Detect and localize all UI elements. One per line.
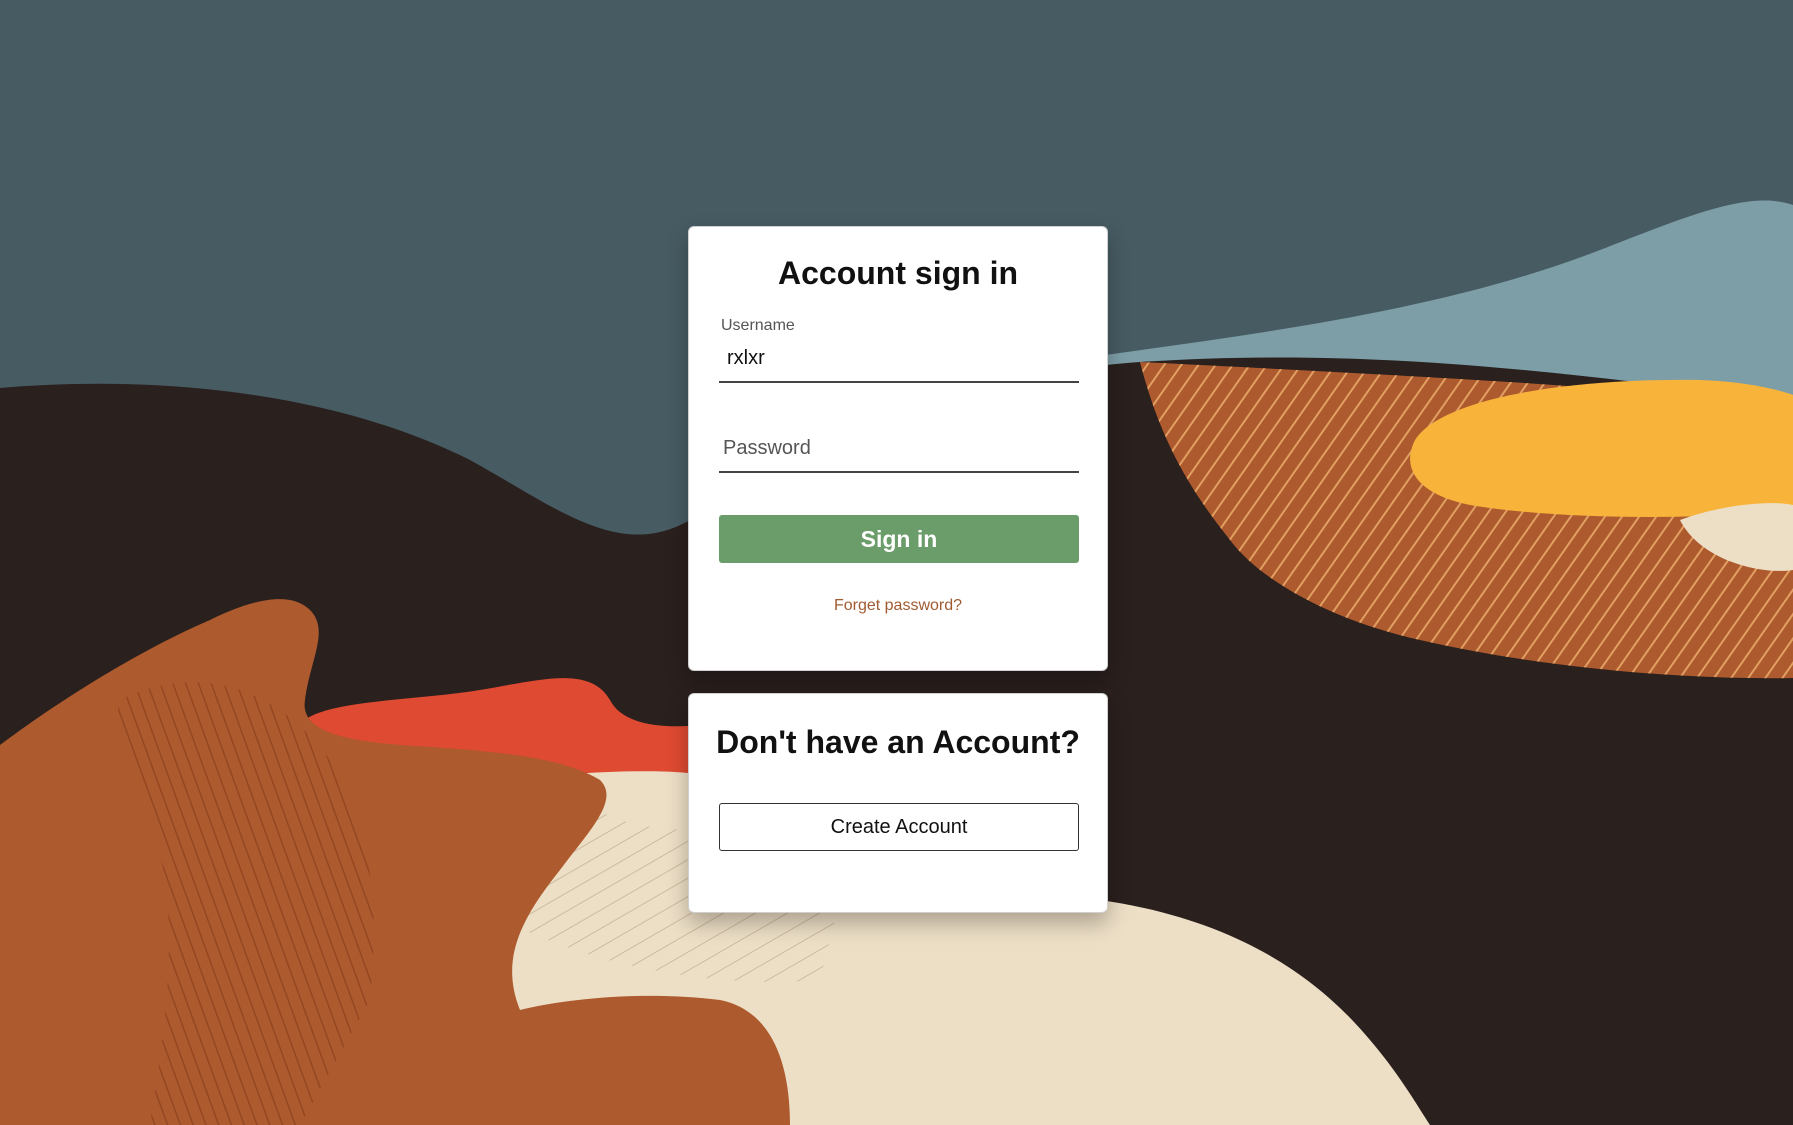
- username-input[interactable]: [721, 343, 1077, 373]
- create-account-card: Don't have an Account? Create Account: [688, 693, 1108, 913]
- create-account-button[interactable]: Create Account: [719, 803, 1079, 851]
- username-label: Username: [721, 317, 795, 334]
- password-input[interactable]: [721, 433, 1073, 463]
- login-page: Account sign in Username Sign in Forget …: [0, 0, 1793, 1125]
- password-field[interactable]: [719, 425, 1079, 473]
- username-field[interactable]: Username: [719, 317, 1079, 383]
- signin-button[interactable]: Sign in: [719, 515, 1079, 563]
- create-account-title: Don't have an Account?: [716, 724, 1080, 760]
- signin-card: Account sign in Username Sign in Forget …: [688, 226, 1108, 671]
- forgot-password-link[interactable]: Forget password?: [689, 597, 1107, 615]
- signin-title: Account sign in: [778, 255, 1018, 291]
